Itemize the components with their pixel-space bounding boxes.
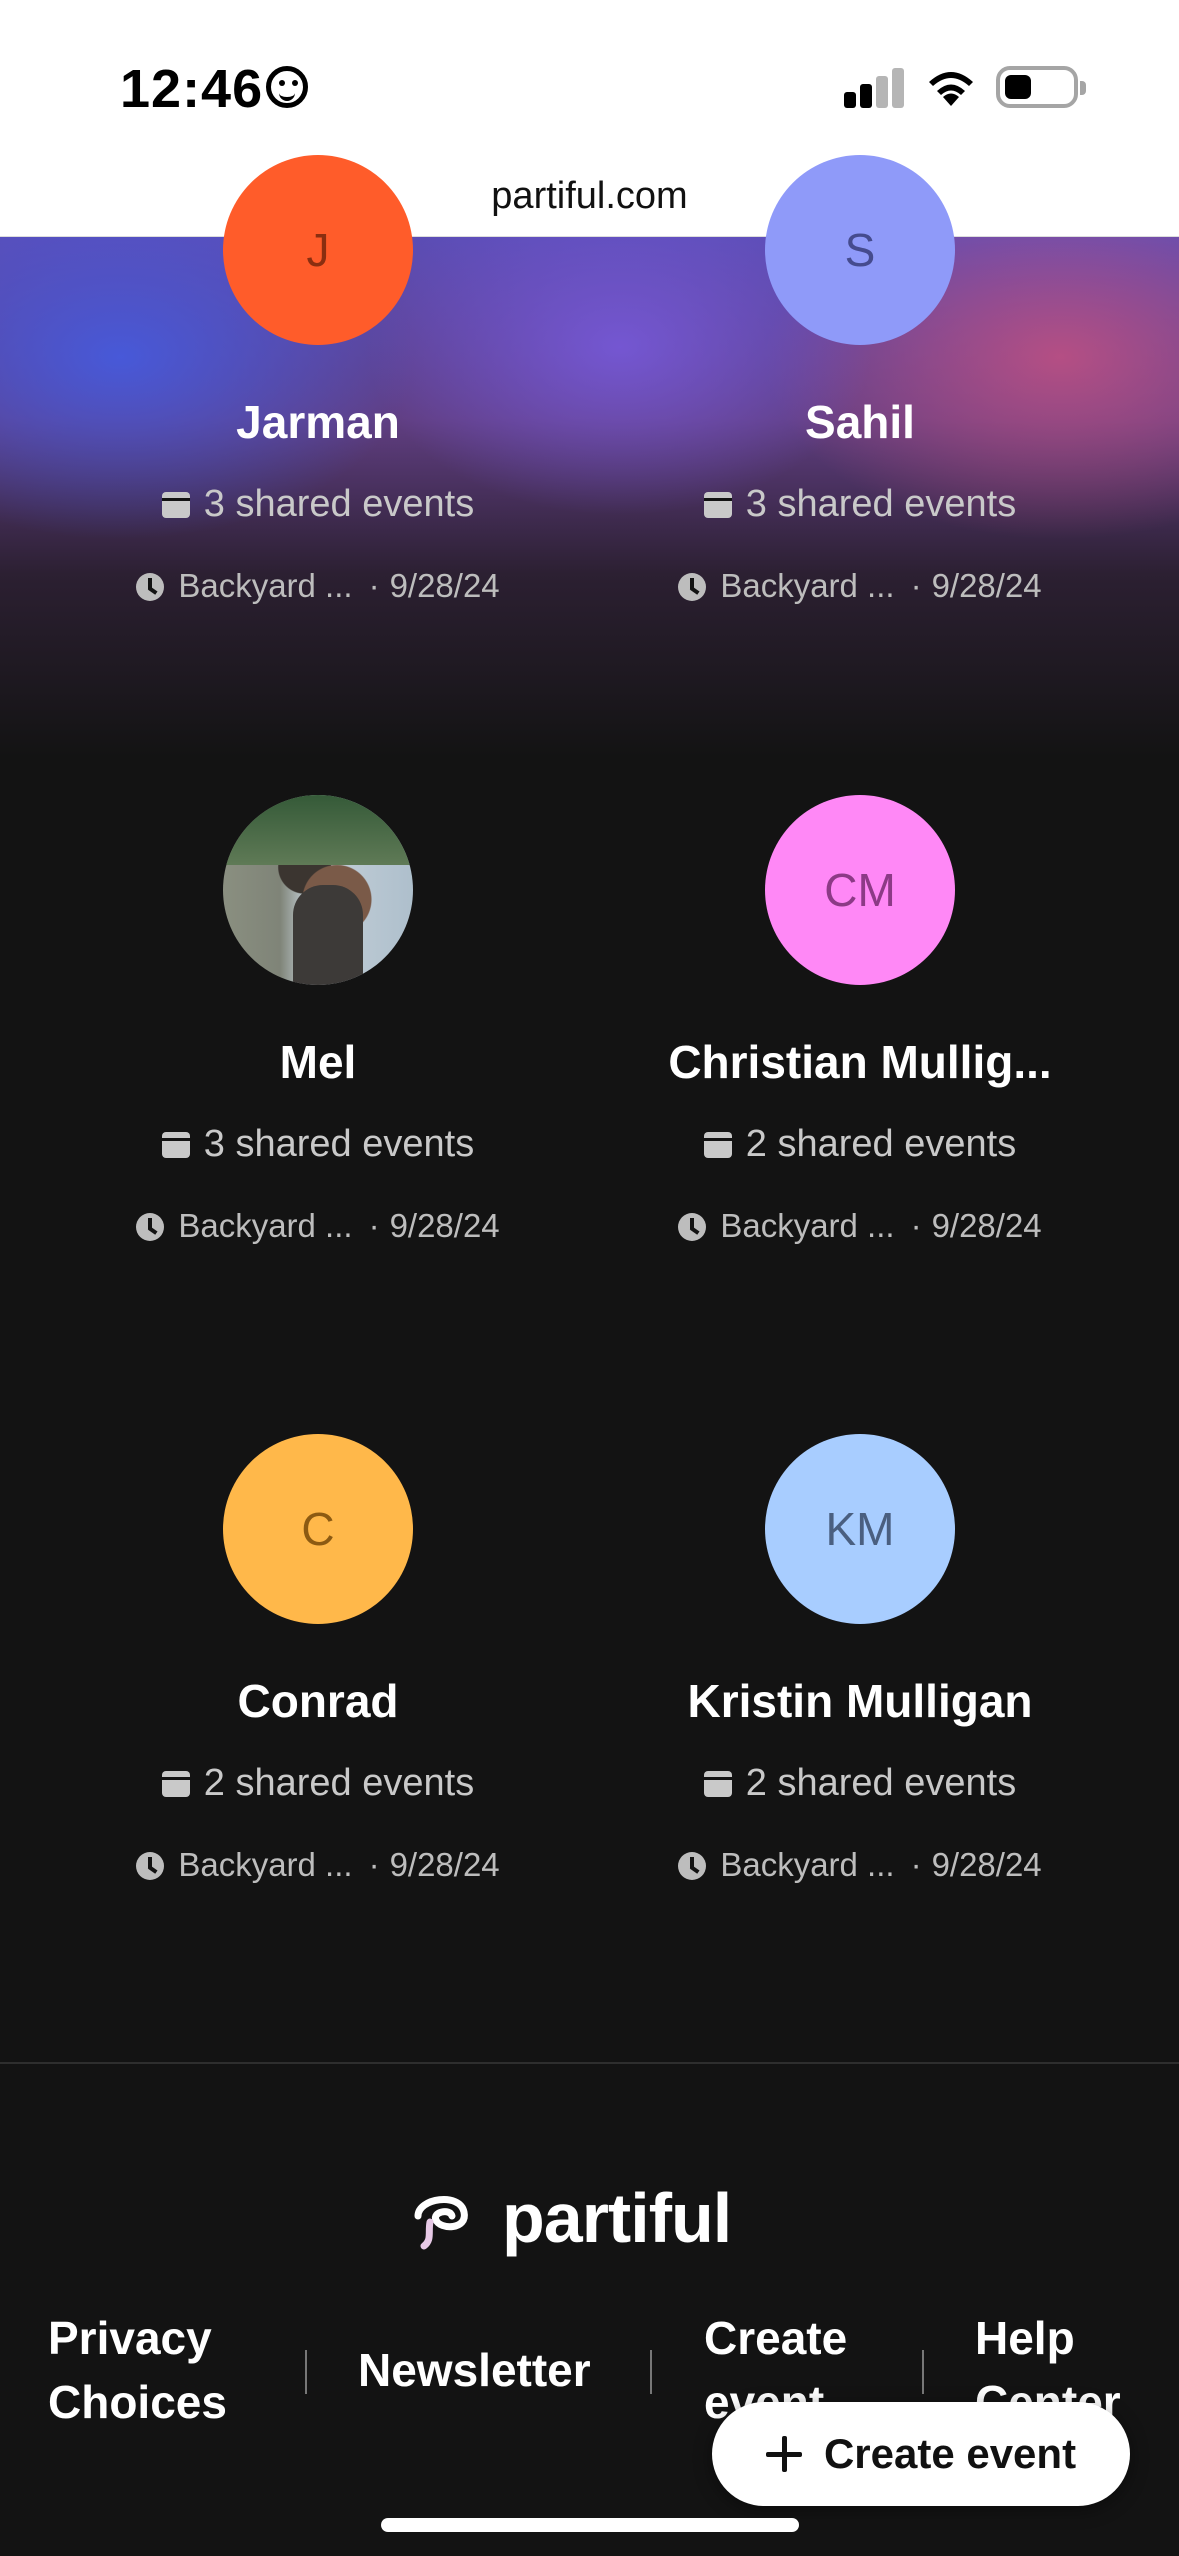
- last-event-name: Backyard ...: [720, 1207, 895, 1244]
- calendar-icon: [703, 1771, 732, 1797]
- home-indicator: [381, 2518, 799, 2532]
- avatar-initials: CM: [824, 864, 896, 916]
- person-name[interactable]: Mel: [38, 1035, 598, 1089]
- footer-separator: [922, 2350, 924, 2394]
- footer-link-privacy-choices[interactable]: Privacy Choices: [48, 2306, 227, 2434]
- last-event-name: Backyard ...: [720, 1846, 895, 1883]
- shared-events-count: 3 shared events: [203, 1123, 475, 1165]
- shared-events-row: 3 shared events: [38, 483, 598, 526]
- status-bar: 12:46: [0, 0, 1179, 165]
- last-event-row: Backyard ... · 9/28/24: [580, 567, 1140, 605]
- person-name[interactable]: Sahil: [580, 395, 1140, 449]
- avatar-initials: J: [306, 224, 330, 276]
- clock-icon: [136, 1852, 165, 1880]
- shared-events-count: 2 shared events: [203, 1762, 475, 1804]
- avatar-initials: KM: [825, 1503, 895, 1555]
- footer-separator: [305, 2350, 307, 2394]
- clock-icon: [678, 573, 707, 601]
- dot-separator: ·: [368, 567, 380, 604]
- partiful-logo-icon: [414, 2196, 468, 2250]
- person-card[interactable]: CM Christian Mullig... 2 shared events Back…: [580, 795, 1140, 1335]
- last-event-date: 9/28/24: [389, 567, 500, 604]
- last-event-date: 9/28/24: [931, 1207, 1042, 1244]
- battery-icon: [996, 66, 1086, 108]
- last-event-row: Backyard ... · 9/28/24: [580, 1207, 1140, 1245]
- avatar[interactable]: CM: [765, 795, 955, 985]
- calendar-icon: [161, 1132, 190, 1158]
- shared-events-row: 3 shared events: [580, 483, 1140, 526]
- calendar-icon: [161, 1771, 190, 1797]
- avatar[interactable]: [223, 795, 413, 985]
- shared-events-count: 2 shared events: [745, 1762, 1017, 1804]
- person-card[interactable]: KM Kristin Mulligan 2 shared events Backyar…: [580, 1434, 1140, 1974]
- logo-text: partiful: [502, 2179, 732, 2257]
- avatar-initials: S: [844, 224, 876, 276]
- last-event-name: Backyard ...: [720, 567, 895, 604]
- smiley-icon: [266, 66, 308, 108]
- calendar-icon: [703, 1132, 732, 1158]
- status-time: 12:46: [120, 59, 264, 119]
- signal-icon: [844, 68, 906, 108]
- clock-icon: [678, 1852, 707, 1880]
- person-name[interactable]: Conrad: [38, 1674, 598, 1728]
- dot-separator: ·: [368, 1846, 380, 1883]
- last-event-row: Backyard ... · 9/28/24: [38, 1207, 598, 1245]
- person-card[interactable]: J Jarman 3 shared events Backyard ... · 9/28/…: [38, 155, 598, 695]
- dot-separator: ·: [368, 1207, 380, 1244]
- dot-separator: ·: [910, 567, 922, 604]
- person-card[interactable]: C Conrad 2 shared events Backyard ... · 9/28/…: [38, 1434, 598, 1974]
- last-event-date: 9/28/24: [931, 567, 1042, 604]
- partiful-logo[interactable]: partiful: [410, 2178, 732, 2258]
- last-event-date: 9/28/24: [389, 1207, 500, 1244]
- footer-link-newsletter[interactable]: Newsletter: [358, 2338, 591, 2402]
- person-card[interactable]: Mel 3 shared events Backyard ... · 9/28/24: [38, 795, 598, 1335]
- calendar-icon: [703, 492, 732, 518]
- dot-separator: ·: [910, 1207, 922, 1244]
- last-event-name: Backyard ...: [178, 567, 353, 604]
- last-event-name: Backyard ...: [178, 1207, 353, 1244]
- last-event-row: Backyard ... · 9/28/24: [38, 567, 598, 605]
- wifi-icon: [929, 72, 973, 106]
- clock-icon: [136, 573, 165, 601]
- person-name[interactable]: Jarman: [38, 395, 598, 449]
- person-card[interactable]: S Sahil 3 shared events Backyard ... · 9/28/2…: [580, 155, 1140, 695]
- clock-icon: [136, 1213, 165, 1241]
- last-event-name: Backyard ...: [178, 1846, 353, 1883]
- create-event-label: Create event: [823, 2430, 1077, 2477]
- shared-events-row: 2 shared events: [580, 1762, 1140, 1805]
- plus-icon: [765, 2436, 802, 2472]
- avatar-initials: C: [301, 1503, 335, 1555]
- footer-separator: [650, 2350, 652, 2394]
- shared-events-count: 3 shared events: [745, 483, 1017, 525]
- shared-events-count: 3 shared events: [203, 483, 475, 525]
- last-event-date: 9/28/24: [931, 1846, 1042, 1883]
- person-name[interactable]: Kristin Mulligan: [580, 1674, 1140, 1728]
- avatar[interactable]: KM: [765, 1434, 955, 1624]
- clock-icon: [678, 1213, 707, 1241]
- shared-events-count: 2 shared events: [745, 1123, 1017, 1165]
- last-event-row: Backyard ... · 9/28/24: [38, 1846, 598, 1884]
- avatar[interactable]: S: [765, 155, 955, 345]
- person-name[interactable]: Christian Mullig...: [580, 1035, 1140, 1089]
- shared-events-row: 3 shared events: [38, 1123, 598, 1166]
- avatar[interactable]: J: [223, 155, 413, 345]
- footer-divider: [0, 2062, 1179, 2064]
- avatar[interactable]: C: [223, 1434, 413, 1624]
- last-event-row: Backyard ... · 9/28/24: [580, 1846, 1140, 1884]
- shared-events-row: 2 shared events: [38, 1762, 598, 1805]
- dot-separator: ·: [910, 1846, 922, 1883]
- shared-events-row: 2 shared events: [580, 1123, 1140, 1166]
- create-event-button[interactable]: Create event: [712, 2402, 1130, 2506]
- calendar-icon: [161, 492, 190, 518]
- last-event-date: 9/28/24: [389, 1846, 500, 1883]
